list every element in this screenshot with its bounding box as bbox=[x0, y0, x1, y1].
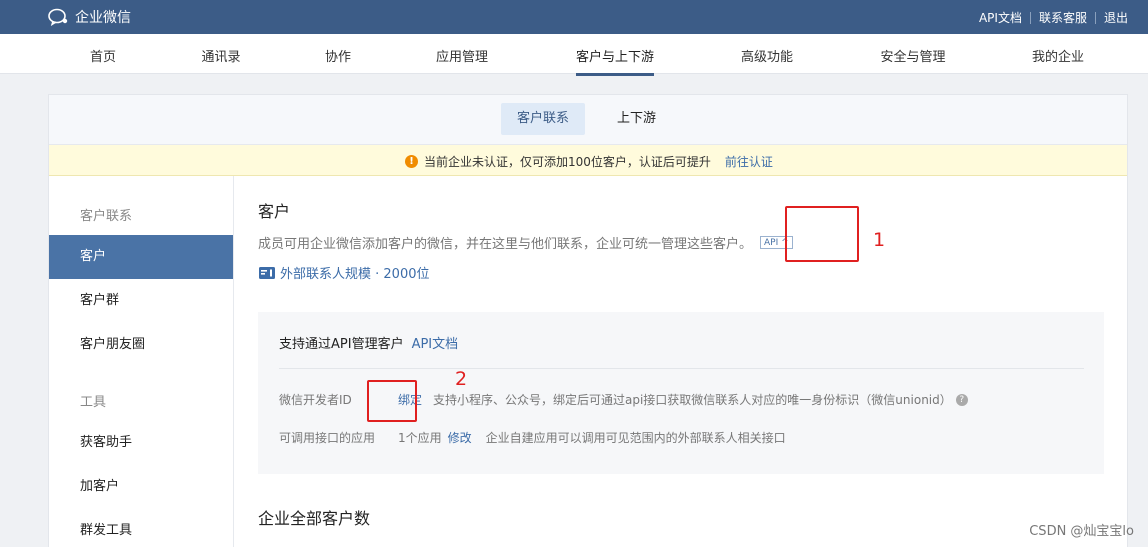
sidebar-group-tools: 工具 bbox=[80, 395, 107, 410]
top-links: API文档 联系客服 退出 bbox=[979, 9, 1128, 26]
page-description: 成员可用企业微信添加客户的微信，并在这里与他们联系，企业可统一管理这些客户。 A… bbox=[258, 233, 793, 252]
dev-id-label: 微信开发者ID bbox=[279, 393, 352, 407]
nav-tab-contacts[interactable]: 通讯录 bbox=[201, 46, 240, 65]
contact-support-link[interactable]: 联系客服 bbox=[1039, 9, 1087, 26]
verify-link[interactable]: 前往认证 bbox=[725, 153, 773, 170]
help-question-icon[interactable]: ? bbox=[955, 393, 968, 406]
apps-edit-link[interactable]: 修改 bbox=[448, 429, 472, 446]
nav-tab-advanced[interactable]: 高级功能 bbox=[741, 46, 793, 65]
nav-tab-security[interactable]: 安全与管理 bbox=[880, 46, 945, 65]
verification-notice: ! 当前企业未认证，仅可添加100位客户，认证后可提升 前往认证 bbox=[49, 145, 1127, 176]
nav-tab-customers[interactable]: 客户与上下游 bbox=[575, 46, 655, 76]
apps-note: 企业自建应用可以调用可见范围内的外部联系人相关接口 bbox=[485, 431, 786, 445]
brand-name: 企业微信 bbox=[75, 10, 131, 26]
sidebar-item-moments[interactable]: 客户朋友圈 bbox=[49, 323, 233, 367]
brand-logo[interactable]: 企业微信 bbox=[48, 7, 131, 27]
content-card: 客户联系 上下游 ! 当前企业未认证，仅可添加100位客户，认证后可提升 前往认… bbox=[48, 94, 1128, 547]
watermark: CSDN @灿宝宝lo bbox=[1029, 524, 1134, 539]
sidebar-item-acquisition-assistant[interactable]: 获客助手 bbox=[49, 421, 233, 465]
annotation-box-1 bbox=[785, 206, 859, 262]
panel-divider bbox=[279, 368, 1084, 369]
apps-label: 可调用接口的应用 bbox=[279, 431, 376, 445]
divider bbox=[1029, 11, 1031, 24]
nav-tab-my-company[interactable]: 我的企业 bbox=[1032, 46, 1084, 65]
page-title: 客户 bbox=[258, 202, 291, 221]
bind-desc-text: 支持小程序、公众号，绑定后可通过api接口获取微信联系人对应的唯一身份标识（微信… bbox=[433, 393, 952, 407]
panel-api-doc-link[interactable]: API文档 bbox=[412, 333, 459, 352]
bind-description: 支持小程序、公众号，绑定后可通过api接口获取微信联系人对应的唯一身份标识（微信… bbox=[433, 391, 968, 408]
sub-tabs: 客户联系 上下游 bbox=[49, 95, 1127, 145]
subtab-customer-contact[interactable]: 客户联系 bbox=[501, 103, 586, 135]
top-bar: 企业微信 API文档 联系客服 退出 bbox=[0, 0, 1148, 34]
sidebar-item-customers[interactable]: 客户 bbox=[49, 235, 233, 279]
annotation-number-2: 2 bbox=[455, 368, 468, 390]
api-support-text: 支持通过API管理客户 bbox=[279, 337, 404, 352]
apps-count: 1个应用 bbox=[398, 431, 442, 445]
apps-info: 1个应用 修改 企业自建应用可以调用可见范围内的外部联系人相关接口 bbox=[398, 429, 786, 446]
subtab-upstream-downstream[interactable]: 上下游 bbox=[601, 103, 672, 135]
sidebar-item-add-customer[interactable]: 加客户 bbox=[49, 465, 233, 509]
logout-link[interactable]: 退出 bbox=[1104, 9, 1128, 26]
sidebar-group-customer-contact: 客户联系 bbox=[80, 209, 133, 224]
sidebar-item-customer-groups[interactable]: 客户群 bbox=[49, 279, 233, 323]
description-text: 成员可用企业微信添加客户的微信，并在这里与他们联系，企业可统一管理这些客户。 bbox=[258, 237, 753, 252]
warning-icon: ! bbox=[405, 155, 418, 168]
scale-text: 外部联系人规模 · 2000位 bbox=[280, 267, 430, 282]
sidebar: 客户联系 客户 客户群 客户朋友圈 工具 获客助手 加客户 群发工具 bbox=[49, 176, 234, 547]
total-customers-title: 企业全部客户数 bbox=[258, 509, 371, 528]
api-doc-link[interactable]: API文档 bbox=[979, 9, 1022, 26]
wecom-logo-icon bbox=[48, 8, 68, 26]
sidebar-item-mass-send[interactable]: 群发工具 bbox=[49, 509, 233, 547]
annotation-number-1: 1 bbox=[873, 229, 886, 251]
main-content: 客户 成员可用企业微信添加客户的微信，并在这里与他们联系，企业可统一管理这些客户… bbox=[235, 176, 1127, 547]
notice-text: 当前企业未认证，仅可添加100位客户，认证后可提升 bbox=[424, 155, 711, 169]
nav-tab-collaboration[interactable]: 协作 bbox=[325, 46, 351, 65]
main-nav: 首页 通讯录 协作 应用管理 客户与上下游 高级功能 安全与管理 我的企业 bbox=[0, 34, 1148, 76]
annotation-box-2 bbox=[367, 380, 417, 422]
nav-tab-app-management[interactable]: 应用管理 bbox=[436, 46, 488, 65]
nav-tab-home[interactable]: 首页 bbox=[90, 46, 116, 65]
contact-scale-icon bbox=[259, 266, 275, 279]
divider bbox=[1094, 11, 1096, 24]
external-contact-scale-link[interactable]: 外部联系人规模 · 2000位 bbox=[258, 263, 429, 282]
